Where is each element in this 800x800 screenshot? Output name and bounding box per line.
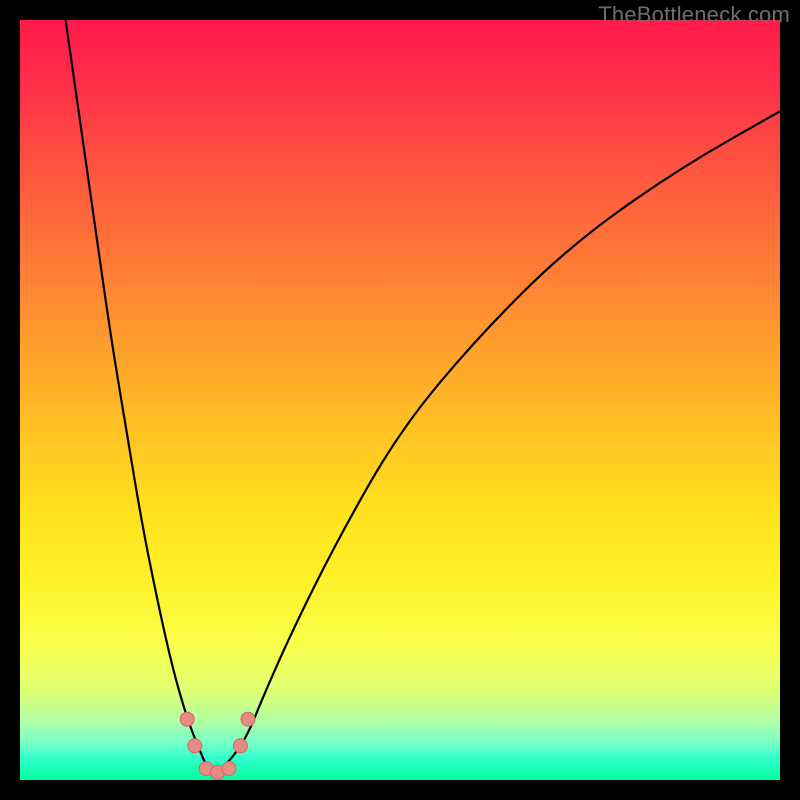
chart-frame: TheBottleneck.com bbox=[0, 0, 800, 800]
marker-right-upper bbox=[241, 712, 255, 726]
markers-group bbox=[180, 712, 255, 779]
bottleneck-curve bbox=[66, 20, 780, 772]
marker-right-lower bbox=[233, 739, 247, 753]
marker-left-lower bbox=[188, 739, 202, 753]
chart-svg bbox=[20, 20, 780, 780]
marker-left-upper bbox=[180, 712, 194, 726]
watermark-text: TheBottleneck.com bbox=[598, 2, 790, 28]
marker-bottom-3 bbox=[222, 762, 236, 776]
plot-area bbox=[20, 20, 780, 780]
